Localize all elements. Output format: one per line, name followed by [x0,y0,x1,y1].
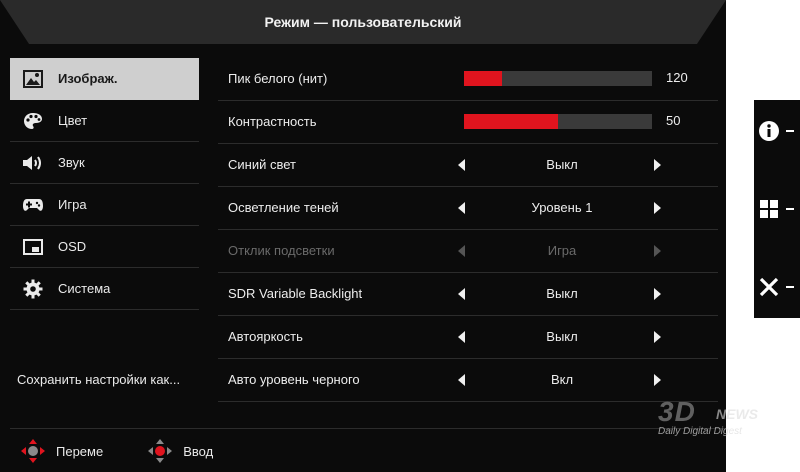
setting-label: Осветление теней [228,200,339,215]
slider-fill [464,71,502,86]
arrow-left-icon [458,245,465,257]
close-button[interactable] [758,272,798,302]
settings-list: Пик белого (нит) 120 Контрастность 50 Си… [218,58,718,402]
dash-mark [786,286,794,288]
arrow-left-icon[interactable] [458,202,465,214]
sidebar-item-sound[interactable]: Звук [10,142,199,184]
gear-icon [22,279,44,299]
menu-button[interactable] [758,194,798,224]
arrow-right-icon[interactable] [654,374,661,386]
footer-hints: Переме Ввод [20,438,257,464]
arrow-right-icon[interactable] [654,159,661,171]
footer-divider [10,428,726,429]
slider-fill [464,114,558,129]
sidebar-item-label: Изображ. [58,71,118,86]
sidebar-item-game[interactable]: Игра [10,184,199,226]
peak-white-slider[interactable] [464,71,652,86]
setting-label: SDR Variable Backlight [228,286,363,301]
menu-grid-icon [760,200,778,218]
contrast-slider[interactable] [464,114,652,129]
dash-mark [786,130,794,132]
setting-value: Выкл [546,157,578,172]
setting-label: Контрастность [228,114,317,129]
sidebar-item-image[interactable]: Изображ. [10,58,199,100]
setting-sdr-backlight[interactable]: SDR Variable Backlight Выкл [218,273,718,316]
arrow-left-icon[interactable] [458,159,465,171]
arrow-right-icon[interactable] [654,331,661,343]
sidebar: Изображ. Цвет Звук Игра OSD Система [10,58,199,310]
setting-label: Пик белого (нит) [228,71,328,86]
palette-icon [22,111,44,131]
sidebar-item-label: Звук [58,155,85,170]
setting-value: Выкл [546,329,578,344]
enter-hint: Ввод [147,438,213,464]
arrow-left-icon[interactable] [458,374,465,386]
setting-value: Игра [547,243,577,258]
arrow-right-icon [654,245,661,257]
watermark-news: NEWS [716,406,758,422]
move-label: Переме [56,443,104,459]
sidebar-item-label: Система [58,281,111,296]
sidebar-item-system[interactable]: Система [10,268,199,310]
watermark-brand: 3D [658,396,696,427]
setting-value: 50 [666,113,681,128]
arrow-right-icon[interactable] [654,202,661,214]
watermark: 3D NEWS Daily Digital Digest [650,396,790,444]
arrow-right-icon[interactable] [654,288,661,300]
setting-label: Автояркость [228,329,303,344]
setting-label: Синий свет [228,157,296,172]
enter-label: Ввод [183,443,214,459]
setting-auto-brightness[interactable]: Автояркость Выкл [218,316,718,359]
sidebar-item-color[interactable]: Цвет [10,100,199,142]
arrow-left-icon[interactable] [458,331,465,343]
arrow-left-icon[interactable] [458,288,465,300]
save-settings-button[interactable]: Сохранить настройки как... [17,372,180,387]
osd-window-icon [22,237,44,257]
setting-value: Уровень 1 [531,200,593,215]
gamepad-icon [22,195,44,215]
sidebar-item-osd[interactable]: OSD [10,226,199,268]
watermark-tagline: Daily Digital Digest [658,426,742,437]
setting-peak-white[interactable]: Пик белого (нит) 120 [218,58,718,101]
info-icon [759,121,779,141]
joystick-move-icon [21,439,45,463]
setting-auto-black-level[interactable]: Авто уровень черного Вкл [218,359,718,402]
setting-label: Отклик подсветки [228,243,335,258]
osd-menu: Режим — пользовательский Изображ. Цвет З… [0,0,726,472]
joystick-enter-icon [148,439,173,463]
setting-backlight-response: Отклик подсветки Игра [218,230,718,273]
mode-title: Режим — пользовательский [0,0,726,44]
sidebar-item-label: Игра [58,197,87,212]
setting-value: Выкл [546,286,578,301]
info-button[interactable] [758,116,798,146]
setting-value: 120 [666,70,688,85]
image-icon [22,69,44,89]
close-icon [759,277,779,297]
dash-mark [786,208,794,210]
setting-label: Авто уровень черного [228,372,360,387]
sidebar-item-label: Цвет [58,113,88,128]
setting-blue-light[interactable]: Синий свет Выкл [218,144,718,187]
sidebar-item-label: OSD [58,239,87,254]
setting-shadow-boost[interactable]: Осветление теней Уровень 1 [218,187,718,230]
setting-contrast[interactable]: Контрастность 50 [218,101,718,144]
setting-value: Вкл [550,372,574,387]
move-hint: Переме [20,438,103,464]
hotkey-panel [754,100,800,318]
speaker-icon [22,153,44,173]
